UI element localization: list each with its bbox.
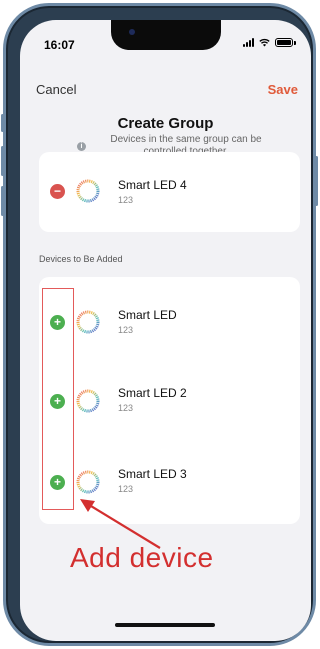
page-title: Create Group [117,115,214,132]
device-row: + Smart LED 3 123 [39,453,300,513]
smart-led-ring-icon [76,179,100,203]
smart-led-ring-icon [76,470,100,494]
device-row: + Smart LED 123 [39,291,300,351]
phone-frame: 16:07 Cancel Save Create Group i Devices… [1,3,318,646]
annotation-highlight-box [42,288,74,510]
signal-icon [243,38,254,47]
app-screen: 16:07 Cancel Save Create Group i Devices… [20,20,311,641]
device-name: Smart LED 3 [118,467,187,481]
smart-led-ring-icon [76,310,100,334]
home-indicator[interactable] [115,623,215,627]
status-icons [243,38,296,47]
device-id: 123 [118,484,134,494]
battery-icon [275,38,296,47]
section-label: Devices to Be Added [39,254,123,264]
notch [111,20,221,50]
battery-level [277,40,291,45]
smart-led-ring-icon [76,389,100,413]
info-icon: i [77,142,86,151]
volume-up-button [1,146,4,176]
device-id: 123 [118,195,134,205]
power-button [315,156,318,206]
mute-switch [1,114,4,132]
wifi-icon [259,38,270,47]
device-id: 123 [118,403,134,413]
status-time: 16:07 [44,38,75,52]
save-button[interactable]: Save [268,82,298,97]
device-row: + Smart LED 2 123 [39,372,300,432]
devices-to-add-card: + Smart LED 123 + Smart LED 2 123 + Smar… [39,277,300,524]
remove-device-button[interactable]: − [50,184,65,199]
device-row: − Smart LED 4 123 [39,162,300,222]
group-devices-card: − Smart LED 4 123 [39,152,300,232]
device-id: 123 [118,325,134,335]
device-name: Smart LED 4 [118,178,187,192]
annotation-label: Add device [70,542,214,573]
device-name: Smart LED 2 [118,386,187,400]
device-name: Smart LED [118,308,177,322]
volume-down-button [1,186,4,216]
cancel-button[interactable]: Cancel [36,82,76,97]
camera-dot [129,29,135,35]
